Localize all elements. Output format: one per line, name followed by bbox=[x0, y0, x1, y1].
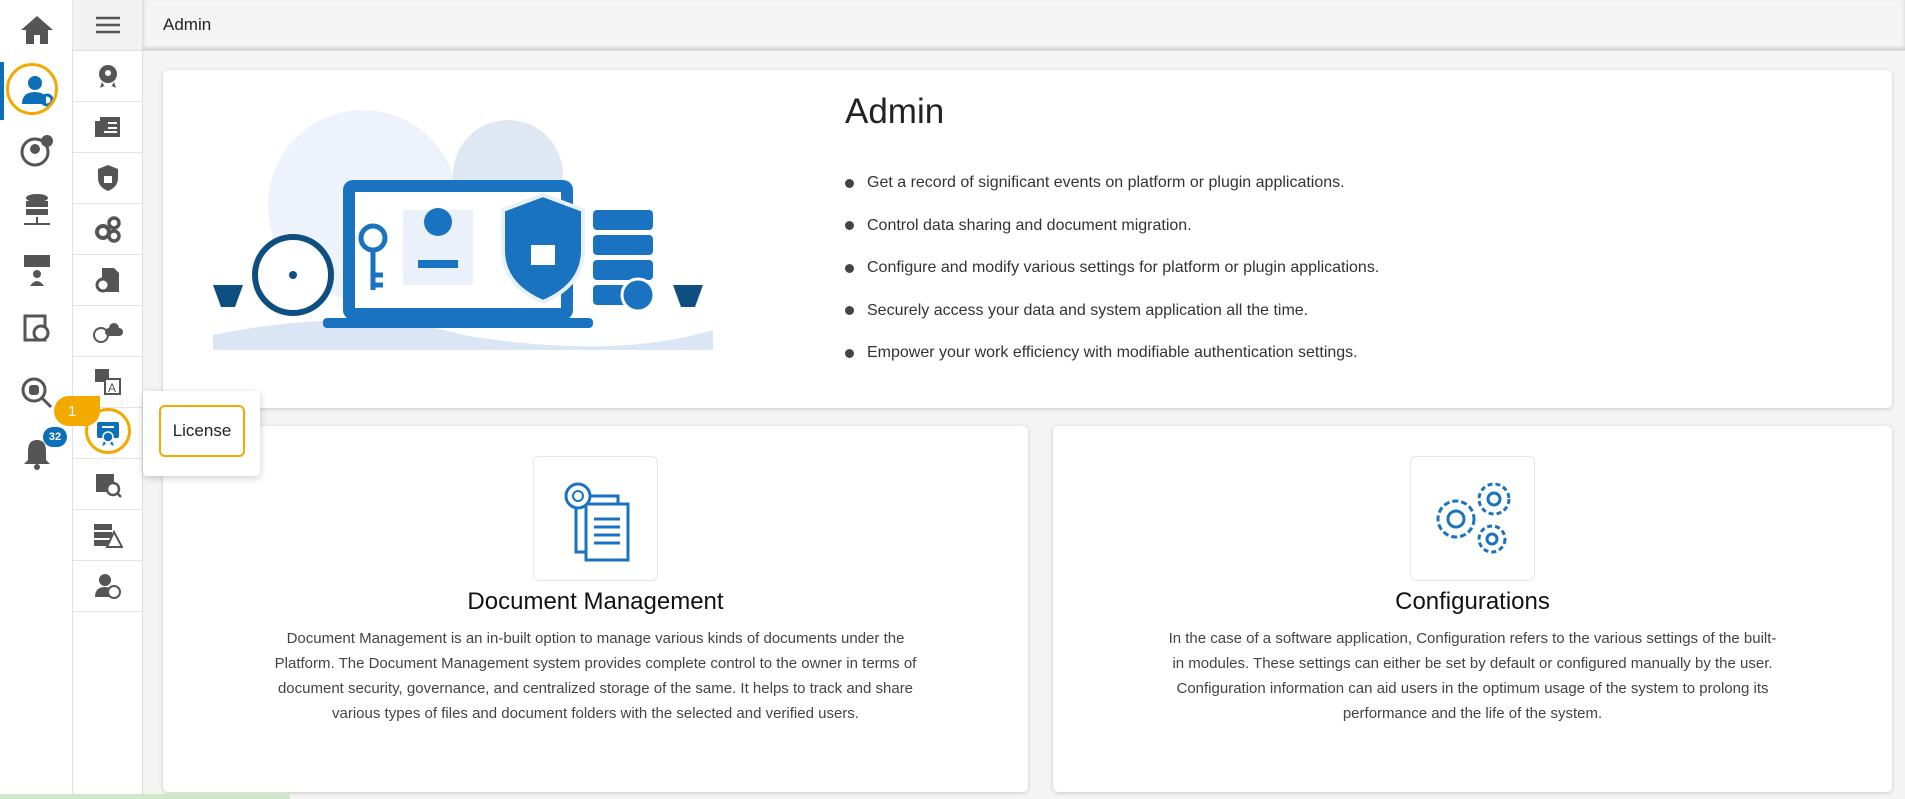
admin-feature-list: Get a record of significant events on pl… bbox=[845, 162, 1379, 375]
security-shield-icon[interactable] bbox=[73, 153, 142, 204]
feature-item: Get a record of significant events on pl… bbox=[845, 162, 1379, 205]
document-management-icon bbox=[533, 456, 658, 581]
calendar-search-icon[interactable] bbox=[73, 459, 142, 510]
server-alert-icon[interactable] bbox=[73, 510, 142, 561]
data-center-icon[interactable] bbox=[0, 186, 73, 236]
document-settings-icon[interactable] bbox=[73, 255, 142, 306]
cloud-globe-icon[interactable] bbox=[73, 306, 142, 357]
audit-badge-icon[interactable] bbox=[73, 51, 142, 102]
user-history-icon[interactable] bbox=[73, 561, 142, 612]
home-icon[interactable] bbox=[0, 5, 73, 55]
card-description: Document Management is an in-built optio… bbox=[274, 630, 917, 722]
license-tooltip: License bbox=[143, 391, 260, 476]
card-title: Document Management bbox=[467, 588, 724, 615]
configurations-icon bbox=[1410, 456, 1535, 581]
admin-overview-card: Admin Get a record of significant events… bbox=[163, 70, 1892, 408]
feature-item: Empower your work efficiency with modifi… bbox=[845, 332, 1379, 375]
configurations-card[interactable]: Configurations In the case of a software… bbox=[1053, 426, 1892, 792]
document-management-card[interactable]: Document Management Document Management … bbox=[163, 426, 1028, 792]
data-search-icon[interactable] bbox=[0, 305, 73, 355]
dashboard-user-icon[interactable] bbox=[0, 246, 73, 296]
page-title: Admin bbox=[163, 15, 212, 34]
menu-toggle-icon[interactable] bbox=[73, 0, 142, 51]
admin-illustration bbox=[213, 110, 713, 350]
notification-badge: 32 bbox=[43, 427, 67, 447]
feature-item: Securely access your data and system app… bbox=[845, 290, 1379, 333]
admin-heading: Admin bbox=[845, 92, 945, 131]
user-info-icon[interactable] bbox=[0, 126, 73, 176]
svg-text:A: A bbox=[108, 381, 116, 395]
status-strip bbox=[0, 794, 290, 799]
tooltip-label: License bbox=[159, 405, 245, 457]
feature-item: Control data sharing and document migrat… bbox=[845, 205, 1379, 248]
configurations-gear-icon[interactable] bbox=[73, 204, 142, 255]
highlight-ring bbox=[6, 63, 58, 115]
page-header: Admin bbox=[143, 0, 1905, 51]
feature-item: Configure and modify various settings fo… bbox=[845, 247, 1379, 290]
card-description: In the case of a software application, C… bbox=[1168, 630, 1777, 722]
step-marker: 1 bbox=[54, 396, 100, 426]
billing-icon[interactable] bbox=[73, 102, 142, 153]
card-title: Configurations bbox=[1395, 588, 1550, 615]
